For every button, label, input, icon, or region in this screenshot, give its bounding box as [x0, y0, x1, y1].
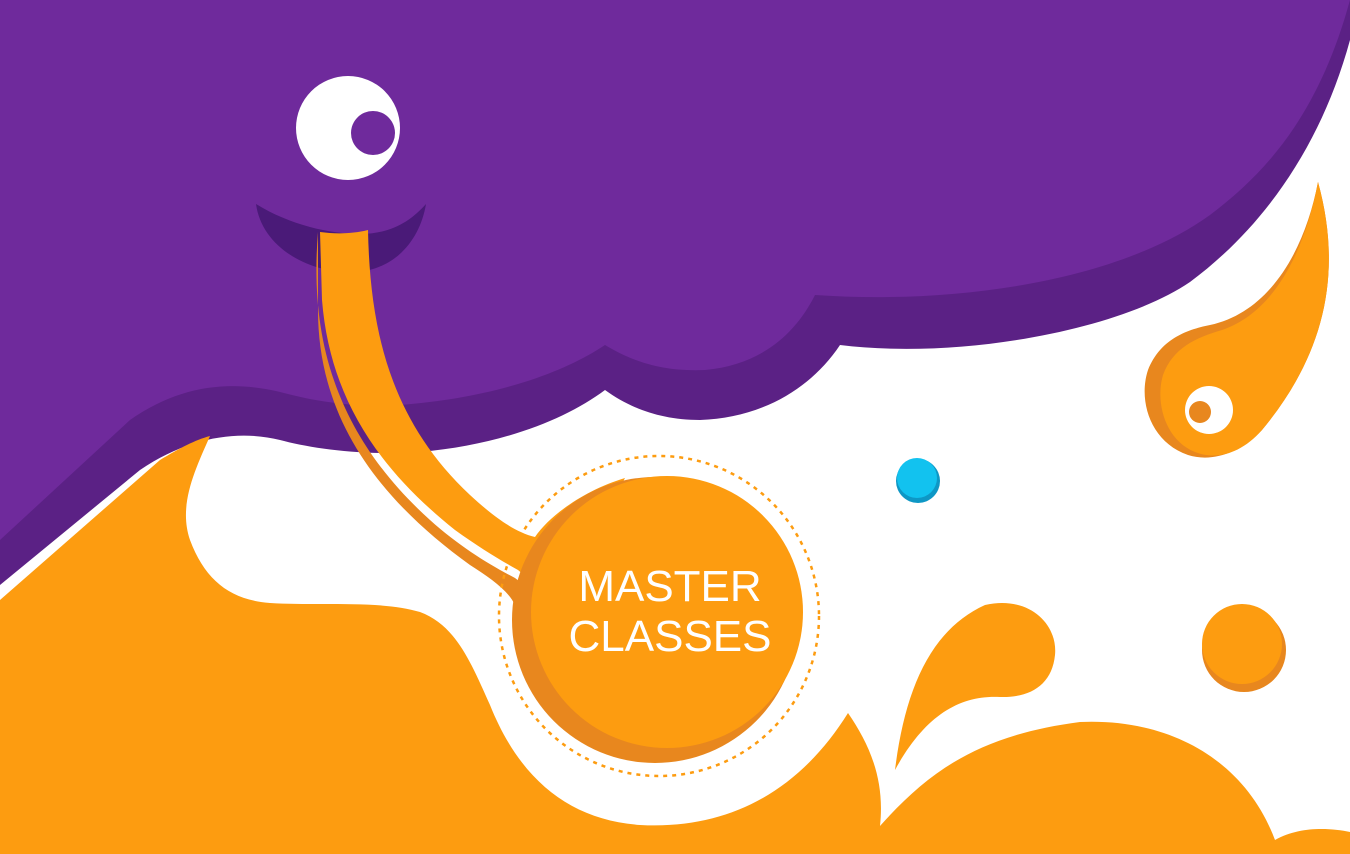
badge-title: MASTER CLASSES: [520, 562, 820, 662]
badge-title-line-2: CLASSES: [568, 612, 772, 661]
badge-title-line-1: MASTER: [578, 562, 762, 611]
eye-icon: [1185, 386, 1233, 434]
eye-icon: [296, 76, 400, 180]
master-classes-banner: MASTER CLASSES: [0, 0, 1350, 854]
banner-illustration: [0, 0, 1350, 854]
bubble-icon: [896, 458, 940, 503]
bubble-icon: [1202, 604, 1286, 692]
